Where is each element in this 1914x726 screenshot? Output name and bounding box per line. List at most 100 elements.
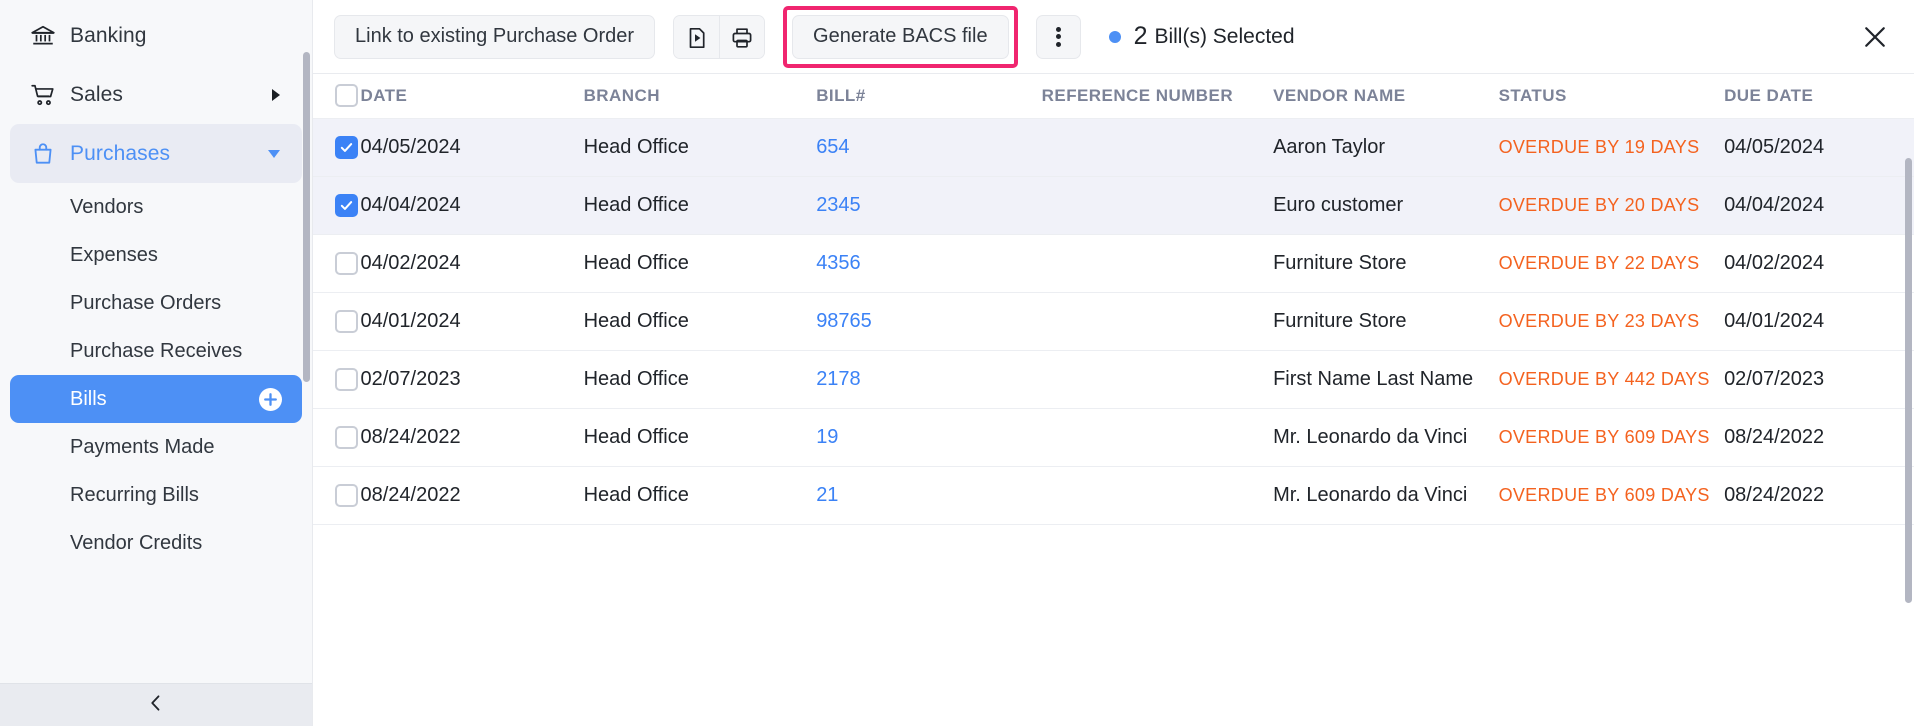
column-header-branch[interactable]: BRANCH [583,74,817,119]
cell-reference [1041,292,1274,351]
cell-due-date: 04/01/2024 [1724,292,1914,351]
sidebar-item-bills[interactable]: Bills [10,375,302,423]
sidebar-item-payments-made[interactable]: Payments Made [10,423,302,471]
cell-date: 04/02/2024 [360,234,584,293]
close-icon[interactable] [1860,22,1890,52]
sidebar-item-vendors[interactable]: Vendors [10,183,302,231]
status-badge: OVERDUE BY 442 DAYS [1498,368,1710,389]
table-row[interactable]: 08/24/2022 Head Office 19 Mr. Leonardo da V… [313,408,1914,467]
sidebar-item-label: Sales [70,82,124,106]
sidebar-item-purchase-receives[interactable]: Purchase Receives [10,327,302,375]
cell-date: 02/07/2023 [360,350,584,409]
sidebar-item-label: Vendor Credits [70,531,203,554]
cell-branch: Head Office [583,292,817,351]
sidebar-item-purchases[interactable]: Purchases [10,124,302,183]
row-checkbox[interactable] [335,425,358,449]
generate-bacs-file-button[interactable]: Generate BACS file [792,14,1009,59]
bill-number-link[interactable]: 19 [816,426,838,448]
bill-number-link[interactable]: 98765 [816,310,872,332]
cell-reference [1041,234,1274,293]
table-row[interactable]: 02/07/2023 Head Office 2178 First Name Last… [313,350,1914,409]
bill-number-link[interactable]: 21 [816,484,838,506]
cell-vendor: Furniture Store [1273,234,1499,293]
table-header: DATE BRANCH BILL# REFERENCE NUMBER VENDO… [313,74,1914,119]
sidebar-item-purchase-orders[interactable]: Purchase Orders [10,279,302,327]
cell-bill: 19 [816,408,1042,467]
row-checkbox[interactable] [335,135,358,159]
sidebar-item-label: Purchase Orders [70,291,222,314]
link-to-existing-purchase-order-button[interactable]: Link to existing Purchase Order [334,14,656,59]
sidebar-scrollbar[interactable] [302,0,312,683]
sidebar-item-sales[interactable]: Sales [10,65,302,124]
main-content: Link to existing Purchase Order Generate… [313,0,1914,726]
row-select-cell [313,118,361,177]
table-row[interactable]: 04/05/2024 Head Office 654 Aaron Taylor OVER… [313,118,1914,177]
cell-due-date: 02/07/2023 [1724,350,1914,409]
sidebar-item-expenses[interactable]: Expenses [10,231,302,279]
column-header-reference[interactable]: REFERENCE NUMBER [1041,74,1274,119]
row-checkbox[interactable] [335,251,358,275]
sidebar-scrollbar-thumb[interactable] [303,52,310,382]
cell-bill: 2345 [816,176,1042,235]
sidebar-item-recurring-bills[interactable]: Recurring Bills [10,471,302,519]
row-checkbox[interactable] [335,367,358,391]
pdf-file-icon[interactable] [674,15,720,58]
column-header-due-date[interactable]: DUE DATE [1724,74,1914,119]
sidebar-item-label: Banking [70,23,147,47]
bill-number-link[interactable]: 4356 [816,252,861,274]
table-row[interactable]: 04/01/2024 Head Office 98765 Furniture Stor… [313,292,1914,351]
column-header-date[interactable]: DATE [360,74,584,119]
more-vertical-icon[interactable] [1035,14,1081,59]
sidebar-item-vendor-credits[interactable]: Vendor Credits [10,519,302,567]
cell-vendor: Furniture Store [1273,292,1499,351]
cell-vendor: First Name Last Name [1273,350,1499,409]
sidebar-item-label: Bills [70,387,107,410]
bill-number-link[interactable]: 654 [816,136,849,158]
column-header-status[interactable]: STATUS [1498,74,1725,119]
row-checkbox[interactable] [335,483,358,507]
cell-status: OVERDUE BY 442 DAYS [1498,350,1725,409]
sidebar-item-label: Purchases [70,141,171,165]
generate-bacs-file-highlight: Generate BACS file [783,5,1018,68]
table-row[interactable]: 08/24/2022 Head Office 21 Mr. Leonardo da V… [313,466,1914,525]
cell-branch: Head Office [583,234,817,293]
table-row[interactable]: 04/02/2024 Head Office 4356 Furniture Store… [313,234,1914,293]
status-badge: OVERDUE BY 609 DAYS [1498,426,1710,447]
cell-reference [1041,118,1274,177]
bill-number-link[interactable]: 2345 [816,194,861,216]
select-all-checkbox[interactable] [335,84,358,108]
cell-branch: Head Office [583,118,817,177]
column-header-vendor[interactable]: VENDOR NAME [1273,74,1499,119]
main-scrollbar[interactable] [1903,148,1914,726]
cell-reference [1041,350,1274,409]
cell-branch: Head Office [583,466,817,525]
bill-number-link[interactable]: 2178 [816,368,861,390]
shopping-cart-icon [28,80,58,110]
column-header-bill[interactable]: BILL# [816,74,1042,119]
cell-due-date: 08/24/2022 [1724,408,1914,467]
main-scrollbar-thumb[interactable] [1905,158,1912,603]
sidebar-collapse-button[interactable] [0,683,312,726]
cell-due-date: 04/05/2024 [1724,118,1914,177]
row-checkbox[interactable] [335,193,358,217]
cell-bill: 98765 [816,292,1042,351]
selection-label: Bill(s) Selected [1154,24,1295,48]
sidebar-item-banking[interactable]: Banking [10,6,302,65]
table-row[interactable]: 04/04/2024 Head Office 2345 Euro customer OV… [313,176,1914,235]
selection-count: 2 [1133,22,1148,50]
row-select-cell [313,466,361,525]
plus-circle-icon[interactable] [259,387,282,411]
sidebar-scroll-region: Banking Sales Purchases Vendors Expenses… [0,0,312,683]
printer-icon[interactable] [719,15,765,58]
table-header-row: DATE BRANCH BILL# REFERENCE NUMBER VENDO… [313,74,1914,119]
status-badge: OVERDUE BY 609 DAYS [1498,484,1710,505]
cell-status: OVERDUE BY 609 DAYS [1498,466,1725,525]
export-icon-group [673,14,766,59]
row-checkbox[interactable] [335,309,358,333]
cell-due-date: 04/02/2024 [1724,234,1914,293]
cell-vendor: Euro customer [1273,176,1499,235]
select-all-header [313,74,361,119]
bank-icon [28,21,58,51]
cell-reference [1041,408,1274,467]
shopping-bag-icon [28,139,58,169]
